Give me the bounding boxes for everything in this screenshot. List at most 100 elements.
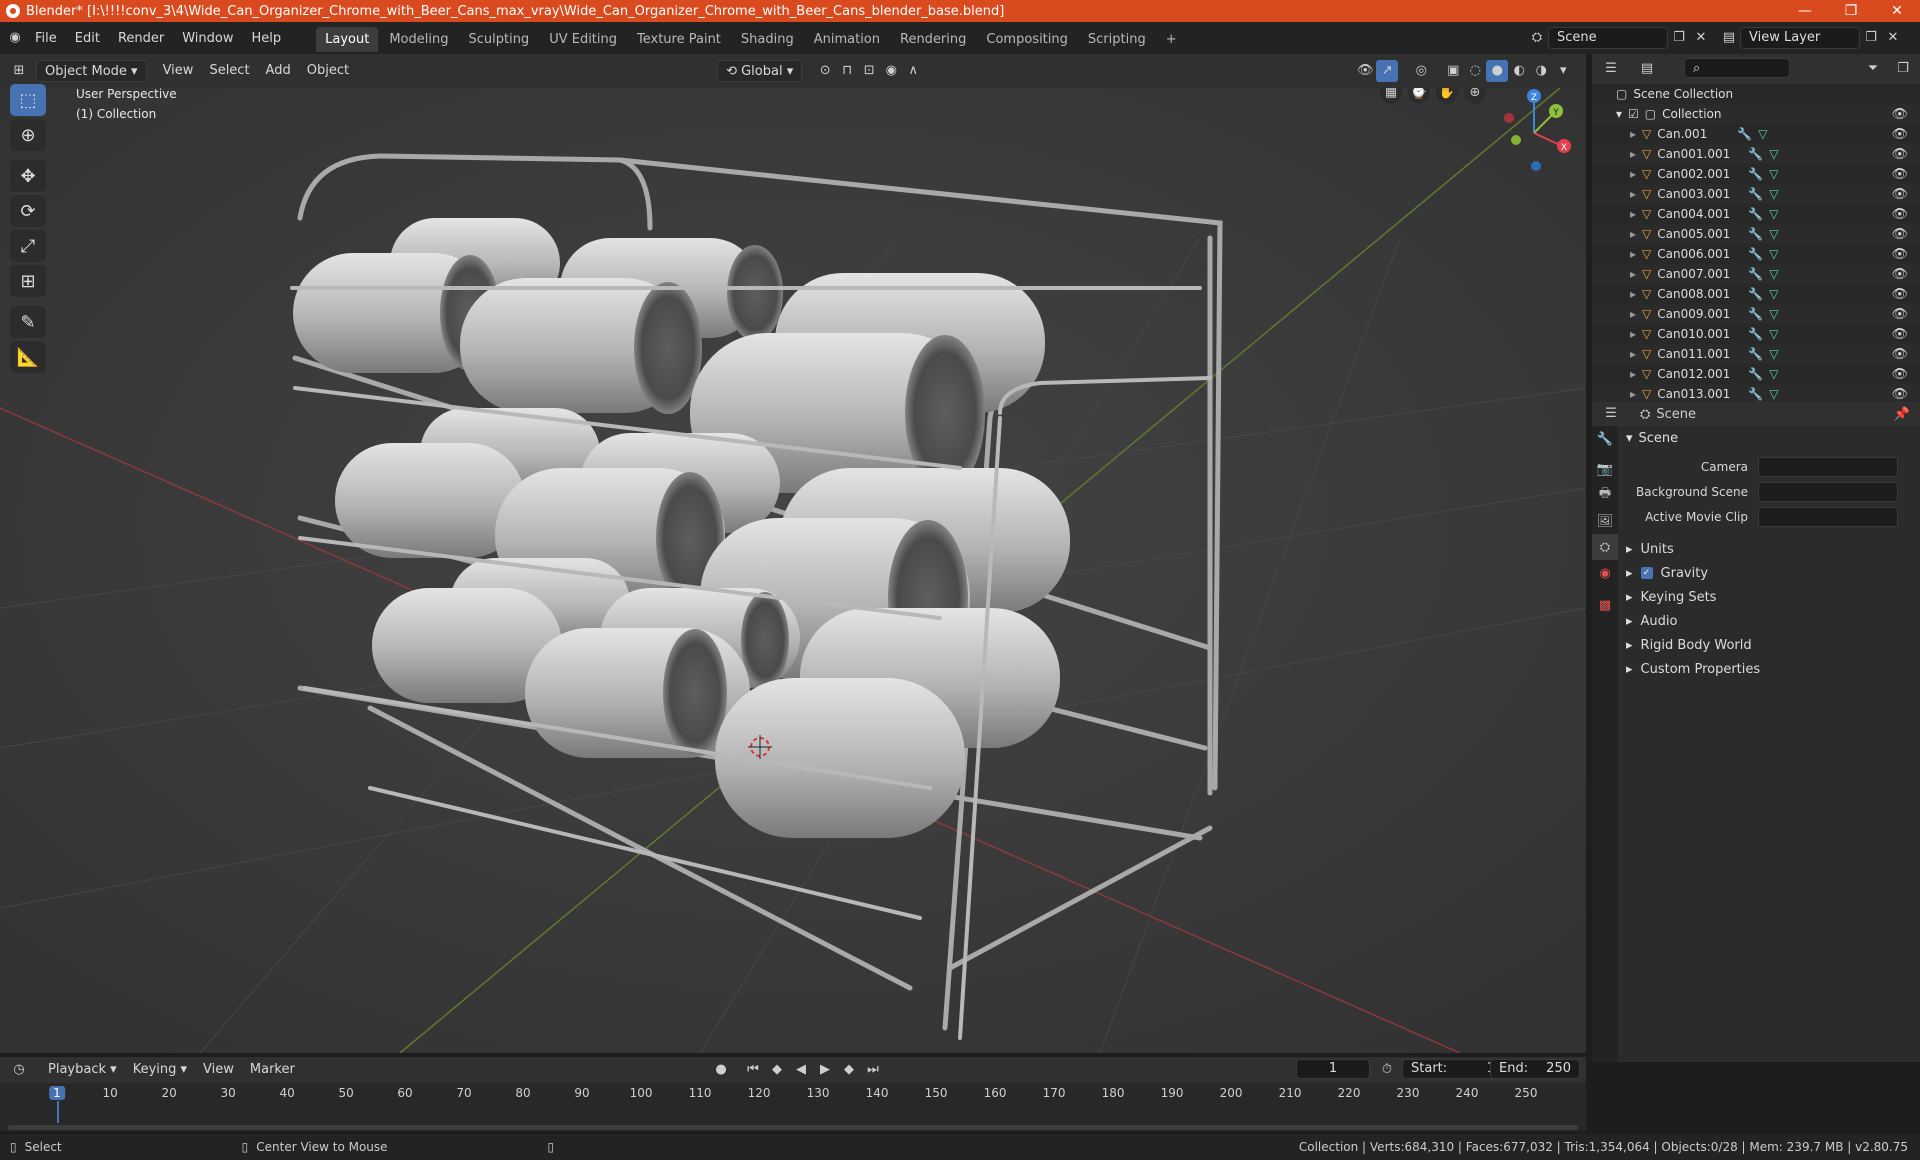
- mesh-data-icon[interactable]: ▽: [1769, 187, 1778, 201]
- pivot-icon[interactable]: ⊙: [814, 60, 836, 82]
- render-tab[interactable]: 📷: [1592, 456, 1618, 482]
- modifier-wrench-icon[interactable]: 🔧: [1748, 287, 1763, 301]
- eye-icon[interactable]: 👁: [1891, 307, 1908, 322]
- record-icon[interactable]: ●: [710, 1059, 732, 1081]
- tab-animation[interactable]: Animation: [805, 27, 889, 52]
- eye-icon[interactable]: 👁: [1891, 267, 1908, 282]
- modifier-wrench-icon[interactable]: 🔧: [1748, 267, 1763, 281]
- viewport-menu-add[interactable]: Add: [258, 60, 299, 82]
- timeline[interactable]: 1 10 20 30 40 50 60 70 80 90 100 110 120 130 140 150 160…: [0, 1083, 1586, 1131]
- mesh-data-icon[interactable]: ▽: [1769, 227, 1778, 241]
- minimize-button[interactable]: —: [1782, 0, 1828, 22]
- outliner-new-collection-icon[interactable]: ❐: [1892, 58, 1914, 80]
- menu-edit[interactable]: Edit: [66, 31, 109, 46]
- annotate-tool[interactable]: ✎: [10, 306, 46, 338]
- expand-arrow-icon[interactable]: ▸: [1630, 207, 1636, 221]
- modifier-wrench-icon[interactable]: 🔧: [1748, 307, 1763, 321]
- outliner-object-row[interactable]: ▸ ▽ Can013.001 🔧 ▽ 👁: [1592, 384, 1920, 404]
- camera-field[interactable]: [1758, 456, 1898, 477]
- expand-arrow-icon[interactable]: ▸: [1630, 167, 1636, 181]
- outliner-display-mode-icon[interactable]: ▤: [1636, 58, 1658, 80]
- tool-tab[interactable]: 🔧: [1592, 426, 1618, 452]
- orientation-dropdown[interactable]: ⟲ Global ▾: [717, 60, 803, 82]
- modifier-wrench-icon[interactable]: 🔧: [1748, 227, 1763, 241]
- outliner-filter-icon[interactable]: ⏷: [1862, 58, 1884, 80]
- new-view-layer-icon[interactable]: ❐: [1860, 27, 1882, 49]
- outliner-search-input[interactable]: ⌕: [1684, 58, 1790, 78]
- tab-sculpting[interactable]: Sculpting: [459, 27, 538, 52]
- navigation-gizmo[interactable]: Z Y X: [1494, 88, 1574, 178]
- timeline-editor-type-icon[interactable]: ◷: [8, 1059, 30, 1081]
- tab-uv-editing[interactable]: UV Editing: [540, 27, 626, 52]
- texture-tab[interactable]: ▩: [1592, 592, 1618, 618]
- outliner-object-row[interactable]: ▸ ▽ Can009.001 🔧 ▽ 👁: [1592, 304, 1920, 324]
- keying-sets-panel[interactable]: ▸ Keying Sets: [1618, 585, 1920, 609]
- view-layer-tab[interactable]: 🖼: [1592, 508, 1618, 534]
- modifier-wrench-icon[interactable]: 🔧: [1748, 347, 1763, 361]
- expand-arrow-icon[interactable]: ▸: [1630, 287, 1636, 301]
- outliner-object-row[interactable]: ▸ ▽ Can.001 🔧 ▽ 👁: [1592, 124, 1920, 144]
- modifier-wrench-icon[interactable]: 🔧: [1748, 147, 1763, 161]
- mesh-data-icon[interactable]: ▽: [1769, 267, 1778, 281]
- mesh-data-icon[interactable]: ▽: [1769, 367, 1778, 381]
- pan-hand-icon[interactable]: ✋: [1436, 88, 1458, 104]
- jump-start-icon[interactable]: ⏮: [742, 1059, 764, 1081]
- material-shading-icon[interactable]: ◐: [1508, 60, 1530, 82]
- eye-icon[interactable]: 👁: [1891, 347, 1908, 362]
- viewport-menu-view[interactable]: View: [155, 60, 202, 82]
- outliner-object-row[interactable]: ▸ ▽ Can004.001 🔧 ▽ 👁: [1592, 204, 1920, 224]
- audio-panel[interactable]: ▸ Audio: [1618, 609, 1920, 633]
- tab-scripting[interactable]: Scripting: [1079, 27, 1155, 52]
- scene-icon[interactable]: ⛭: [1526, 27, 1548, 49]
- modifier-wrench-icon[interactable]: 🔧: [1748, 247, 1763, 261]
- mesh-data-icon[interactable]: ▽: [1769, 327, 1778, 341]
- expand-arrow-icon[interactable]: ▸: [1630, 227, 1636, 241]
- expand-arrow-icon[interactable]: ▸: [1630, 327, 1636, 341]
- timeline-menu-playback[interactable]: Playback ▾: [40, 1059, 125, 1081]
- restore-button[interactable]: ❐: [1828, 0, 1874, 22]
- gravity-panel[interactable]: ▸ ✓ Gravity: [1618, 561, 1920, 585]
- mesh-data-icon[interactable]: ▽: [1769, 307, 1778, 321]
- modifier-wrench-icon[interactable]: 🔧: [1737, 127, 1752, 141]
- prev-keyframe-icon[interactable]: ◆: [766, 1059, 788, 1081]
- outliner-scene-collection[interactable]: ▢ Scene Collection: [1592, 84, 1920, 104]
- move-tool[interactable]: ✥: [10, 160, 46, 192]
- wireframe-shading-icon[interactable]: ◌: [1464, 60, 1486, 82]
- scene-tab[interactable]: ⛭: [1592, 534, 1618, 560]
- measure-tool[interactable]: 📐: [10, 341, 46, 373]
- transform-tool[interactable]: ⊞: [10, 265, 46, 297]
- mesh-data-icon[interactable]: ▽: [1769, 167, 1778, 181]
- eye-icon[interactable]: 👁: [1891, 227, 1908, 242]
- menu-window[interactable]: Window: [173, 31, 242, 46]
- tab-texture-paint[interactable]: Texture Paint: [628, 27, 730, 52]
- snap-target-icon[interactable]: ⊡: [858, 60, 880, 82]
- outliner-object-row[interactable]: ▸ ▽ Can005.001 🔧 ▽ 👁: [1592, 224, 1920, 244]
- modifier-wrench-icon[interactable]: 🔧: [1748, 207, 1763, 221]
- delete-scene-icon[interactable]: ✕: [1690, 27, 1712, 49]
- expand-arrow-icon[interactable]: ▸: [1630, 267, 1636, 281]
- editor-type-icon[interactable]: ⊞: [8, 60, 30, 82]
- scene-panel-header[interactable]: ▾ Scene: [1618, 426, 1920, 450]
- outliner-object-row[interactable]: ▸ ▽ Can012.001 🔧 ▽ 👁: [1592, 364, 1920, 384]
- play-reverse-icon[interactable]: ◀: [790, 1059, 812, 1081]
- modifier-wrench-icon[interactable]: 🔧: [1748, 167, 1763, 181]
- timeline-menu-keying[interactable]: Keying ▾: [125, 1059, 195, 1081]
- tab-modeling[interactable]: Modeling: [380, 27, 457, 52]
- outliner-editor-type-icon[interactable]: ☰: [1600, 58, 1622, 80]
- eye-icon[interactable]: 👁: [1891, 167, 1908, 182]
- outliner-object-row[interactable]: ▸ ▽ Can007.001 🔧 ▽ 👁: [1592, 264, 1920, 284]
- tab-compositing[interactable]: Compositing: [977, 27, 1077, 52]
- mesh-data-icon[interactable]: ▽: [1769, 387, 1778, 401]
- outliner-collection[interactable]: ▾ ☑ ▢ Collection 👁: [1592, 104, 1920, 124]
- eye-icon[interactable]: 👁: [1891, 207, 1908, 222]
- collection-checkbox[interactable]: ☑: [1628, 107, 1639, 121]
- expand-arrow-icon[interactable]: ▸: [1630, 187, 1636, 201]
- pin-icon[interactable]: 📌: [1894, 407, 1910, 422]
- next-keyframe-icon[interactable]: ◆: [838, 1059, 860, 1081]
- proportional-edit-icon[interactable]: ◉: [880, 60, 902, 82]
- eye-icon[interactable]: 👁: [1891, 327, 1908, 342]
- gizmo-toggle-icon[interactable]: ↗: [1376, 60, 1399, 82]
- shading-options-icon[interactable]: ▾: [1552, 60, 1574, 82]
- view-layer-icon[interactable]: ▤: [1718, 27, 1740, 49]
- overlay-toggle-icon[interactable]: ◎: [1410, 60, 1432, 82]
